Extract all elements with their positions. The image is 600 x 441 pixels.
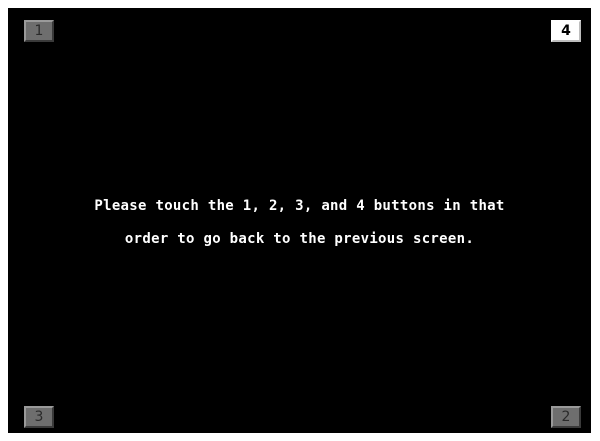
- screen-panel: 1 4 3 2 Please touch the 1, 2, 3, and 4 …: [8, 8, 591, 433]
- instruction-line-1: Please touch the 1, 2, 3, and 4 buttons …: [94, 198, 505, 214]
- button-2[interactable]: 2: [551, 406, 581, 428]
- instruction-line-2: order to go back to the previous screen.: [124, 231, 475, 247]
- instruction-message: Please touch the 1, 2, 3, and 4 buttons …: [48, 190, 551, 256]
- button-4[interactable]: 4: [551, 20, 581, 42]
- button-1[interactable]: 1: [24, 20, 54, 42]
- button-3[interactable]: 3: [24, 406, 54, 428]
